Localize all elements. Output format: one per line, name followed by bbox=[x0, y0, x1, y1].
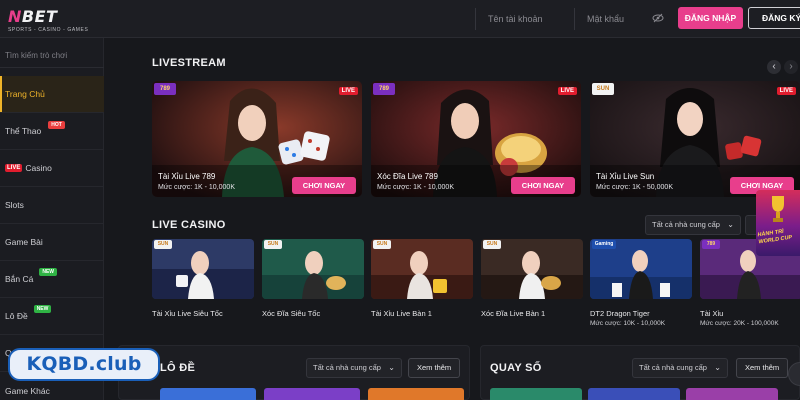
provider-logo: SUN bbox=[373, 240, 391, 249]
bet-range: Mức cược: 1K - 10,000K bbox=[158, 184, 235, 191]
game-name: Xóc Đĩa Live Bàn 1 bbox=[481, 309, 546, 318]
sidebar-item-casino[interactable]: LIVE Casino bbox=[0, 150, 104, 187]
lo-de-title: LÔ ĐỀ bbox=[160, 362, 196, 374]
bet-range: Mức cược: 1K - 10,000K bbox=[377, 184, 454, 191]
provider-logo: SUN bbox=[483, 240, 501, 249]
live-badge: LIVE bbox=[776, 87, 796, 95]
livestream-card[interactable]: SUN LIVE Tài Xỉu Live Sun Mức cược: 1K -… bbox=[590, 81, 800, 197]
provider-logo: 789 bbox=[373, 83, 395, 95]
game-name: Xóc Đĩa Siêu Tốc bbox=[262, 309, 321, 318]
see-more-button[interactable]: Xem thêm bbox=[408, 358, 461, 378]
provider-logo: Gaming bbox=[592, 240, 616, 249]
game-thumbnail[interactable] bbox=[686, 388, 778, 400]
sidebar-item-slots[interactable]: Slots bbox=[0, 187, 104, 224]
new-badge: NEW bbox=[33, 305, 52, 313]
game-card[interactable]: SUN bbox=[152, 239, 254, 299]
divider bbox=[475, 8, 476, 30]
login-button[interactable]: ĐĂNG NHẬP bbox=[678, 7, 743, 29]
provider-filter-dropdown[interactable]: Tất cả nhà cung cấp ⌄ bbox=[645, 215, 741, 235]
game-name: Tài Xỉu Live Bàn 1 bbox=[371, 309, 432, 318]
username-field[interactable] bbox=[482, 8, 572, 30]
provider-logo: SUN bbox=[592, 83, 614, 95]
game-name: Tài Xỉu Live Siêu Tốc bbox=[152, 309, 223, 318]
promo-banner[interactable]: HÀNH TRÌ WORLD CUP bbox=[756, 190, 800, 256]
livestream-title: LIVESTREAM bbox=[152, 57, 226, 69]
play-now-button[interactable]: CHƠI NGAY bbox=[511, 177, 575, 194]
live-badge: LIVE bbox=[338, 87, 358, 95]
divider bbox=[574, 8, 575, 30]
provider-filter-dropdown[interactable]: Tất cả nhà cung cấp ⌄ bbox=[306, 358, 402, 378]
game-card[interactable]: SUN bbox=[262, 239, 364, 299]
trophy-icon bbox=[772, 196, 784, 222]
live-casino-title: LIVE CASINO bbox=[152, 219, 226, 231]
logo-tagline: SPORTS - CASINO - GAMES bbox=[8, 27, 89, 33]
game-name: DT2 Dragon Tiger bbox=[590, 309, 650, 318]
game-name: Tài Xỉu Live 789 bbox=[158, 172, 216, 181]
chevron-down-icon: ⌄ bbox=[388, 363, 395, 372]
bet-range: Mức cược: 10K - 10,000K bbox=[590, 320, 666, 327]
game-card[interactable]: Gaming bbox=[590, 239, 692, 299]
quay-so-title: QUAY SỐ bbox=[490, 362, 542, 374]
eye-off-icon[interactable] bbox=[652, 12, 664, 24]
carousel-prev-button[interactable]: ‹ bbox=[767, 60, 781, 74]
new-badge: NEW bbox=[39, 268, 58, 276]
sidebar-item-home[interactable]: Trang Chủ bbox=[0, 76, 104, 113]
provider-filter-dropdown[interactable]: Tất cả nhà cung cấp ⌄ bbox=[632, 358, 728, 378]
game-thumbnail[interactable] bbox=[368, 388, 464, 400]
sidebar-item-sports[interactable]: Thể Thao HOT bbox=[0, 113, 104, 150]
see-more-button[interactable]: Xem thêm bbox=[736, 358, 789, 378]
bet-range: Mức cược: 1K - 50,000K bbox=[596, 184, 673, 191]
livestream-card[interactable]: 789 LIVE Tài Xỉu Live 789 Mức cược: 1K -… bbox=[152, 81, 362, 197]
sidebar: Trang Chủ Thể ThaoHOT LIVECasino Slots G… bbox=[0, 38, 104, 400]
chevron-down-icon: ⌄ bbox=[727, 220, 734, 229]
provider-logo: SUN bbox=[264, 240, 282, 249]
sidebar-item-card-games[interactable]: Game Bài bbox=[0, 224, 104, 261]
bet-range: Mức cược: 20K - 100,000K bbox=[700, 320, 779, 327]
watermark-logo: KQBD.club bbox=[8, 348, 160, 381]
game-search bbox=[0, 44, 104, 68]
live-badge: LIVE bbox=[5, 164, 23, 172]
live-badge: LIVE bbox=[557, 87, 577, 95]
provider-logo: SUN bbox=[154, 240, 172, 249]
carousel-next-button[interactable]: › bbox=[784, 60, 798, 74]
game-thumbnail[interactable] bbox=[264, 388, 360, 400]
main-content: LIVESTREAM ‹ › 789 LIVE Tài Xỉu Live 789… bbox=[118, 38, 800, 400]
sidebar-item-fishing[interactable]: Bắn Cá NEW bbox=[0, 261, 104, 298]
game-name: Tài Xỉu Live Sun bbox=[596, 172, 655, 181]
game-thumbnail[interactable] bbox=[588, 388, 680, 400]
play-now-button[interactable]: CHƠI NGAY bbox=[292, 177, 356, 194]
game-thumbnail[interactable] bbox=[160, 388, 256, 400]
game-name: Xóc Đĩa Live 789 bbox=[377, 172, 438, 181]
sidebar-item-lottery[interactable]: Lô Đề NEW bbox=[0, 298, 104, 335]
livestream-card[interactable]: 789 LIVE Xóc Đĩa Live 789 Mức cược: 1K -… bbox=[371, 81, 581, 197]
game-search-input[interactable] bbox=[0, 44, 104, 67]
chevron-down-icon: ⌄ bbox=[714, 363, 721, 372]
top-header: NBET SPORTS - CASINO - GAMES ĐĂNG NHẬP Đ… bbox=[0, 0, 800, 38]
game-card[interactable]: SUN bbox=[371, 239, 473, 299]
password-field[interactable] bbox=[581, 8, 651, 30]
provider-logo: 789 bbox=[702, 240, 720, 249]
hot-badge: HOT bbox=[48, 121, 65, 129]
site-logo[interactable]: NBET SPORTS - CASINO - GAMES bbox=[8, 7, 88, 33]
register-button[interactable]: ĐĂNG KÝ bbox=[748, 7, 800, 29]
game-card[interactable]: SUN bbox=[481, 239, 583, 299]
game-name: Tài Xỉu bbox=[700, 309, 724, 318]
game-thumbnail[interactable] bbox=[490, 388, 582, 400]
provider-logo: 789 bbox=[154, 83, 176, 95]
